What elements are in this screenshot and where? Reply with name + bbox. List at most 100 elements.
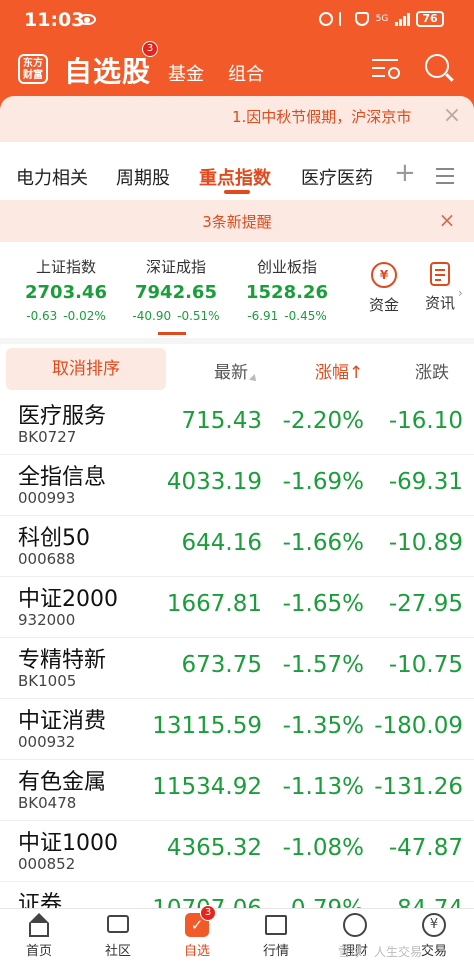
- nav-fund[interactable]: 基金: [168, 60, 204, 86]
- row-chg: -69.31: [388, 469, 463, 495]
- row-chg: -180.09: [374, 713, 463, 739]
- row-code: 932000: [18, 611, 76, 629]
- row-name: 医疗服务: [18, 404, 107, 429]
- settings-icon[interactable]: [368, 51, 402, 85]
- row-code: 000688: [18, 550, 76, 568]
- row-price: 673.75: [181, 652, 262, 678]
- row-pct: -1.69%: [282, 469, 364, 495]
- index-name: 创业板指: [256, 258, 317, 276]
- mute-icon: [355, 12, 369, 26]
- funds-button[interactable]: ¥ 资金: [364, 262, 404, 315]
- row-chg: -47.87: [388, 835, 463, 861]
- nav-community[interactable]: 社区: [88, 913, 148, 959]
- nav-home[interactable]: 首页: [9, 913, 69, 959]
- watchlist-icon: ✓ 3: [184, 905, 216, 937]
- row-pct: -2.20%: [282, 408, 364, 434]
- reminder-bar[interactable]: 3条新提醒 ×: [0, 200, 474, 242]
- nav-portfolio[interactable]: 组合: [228, 60, 264, 86]
- row-price: 644.16: [181, 530, 262, 556]
- tab-medical[interactable]: 医疗医药: [301, 164, 373, 190]
- table-row[interactable]: 中证消费 000932 13115.59 -1.35% -180.09: [0, 699, 474, 760]
- close-icon[interactable]: ×: [436, 209, 458, 231]
- status-icons: 5G 76: [319, 11, 444, 27]
- row-price: 4365.32: [166, 835, 262, 861]
- column-change-pct[interactable]: 涨幅↑: [315, 358, 363, 383]
- eye-icon: [78, 14, 96, 25]
- market-icon: [263, 913, 289, 937]
- battery-icon: 76: [416, 11, 444, 27]
- row-code: BK0727: [18, 428, 77, 446]
- tab-power[interactable]: 电力相关: [16, 164, 88, 190]
- index-change: -40.90 -0.51%: [132, 309, 220, 323]
- table-row[interactable]: 科创50 000688 644.16 -1.66% -10.89: [0, 516, 474, 577]
- bluetooth-icon: [339, 12, 349, 26]
- alarm-icon: [319, 12, 333, 26]
- tab-active-indicator: [224, 190, 250, 194]
- row-chg: -10.89: [388, 530, 463, 556]
- row-name: 中证1000: [18, 831, 118, 856]
- row-pct: -1.57%: [282, 652, 364, 678]
- notice-fade: [420, 102, 438, 132]
- close-icon[interactable]: ×: [440, 104, 464, 128]
- index-change: -0.63 -0.02%: [26, 309, 106, 323]
- index-scroll-indicator: [158, 332, 186, 335]
- index-card[interactable]: 深证成指 7942.65 -40.90 -0.51%: [120, 256, 232, 323]
- index-card[interactable]: 创业板指 1528.26 -6.91 -0.45%: [232, 256, 342, 323]
- row-pct: -1.66%: [282, 530, 364, 556]
- watchlist: 医疗服务 BK0727 715.43 -2.20% -16.10 全指信息 00…: [0, 394, 474, 908]
- tab-key-indices[interactable]: 重点指数: [199, 164, 271, 190]
- row-chg: -131.26: [374, 774, 463, 800]
- nav-watchlist[interactable]: ✓ 3 自选: [167, 905, 227, 959]
- notice-text[interactable]: 1.因中秋节假期，沪深京市: [232, 106, 438, 127]
- tab-cyclical[interactable]: 周期股: [116, 164, 170, 190]
- chevron-right-icon[interactable]: ›: [458, 286, 463, 300]
- search-icon[interactable]: [422, 51, 456, 85]
- table-row[interactable]: 证券 10707.06 -0.79% -84.74: [0, 882, 474, 908]
- cancel-sort-button[interactable]: 取消排序: [6, 348, 166, 390]
- row-code: BK0478: [18, 794, 77, 812]
- news-button[interactable]: 资讯: [420, 262, 460, 313]
- index-card[interactable]: 上证指数 2703.46 -0.63 -0.02%: [12, 256, 120, 323]
- nav-label: 社区: [104, 944, 131, 959]
- table-row[interactable]: 中证1000 000852 4365.32 -1.08% -47.87: [0, 821, 474, 882]
- yen-circle-icon: ¥: [371, 262, 397, 288]
- notice-bar[interactable]: 1.因中秋节假期，沪深京市 ×: [0, 96, 474, 142]
- row-name: 证券: [18, 892, 63, 908]
- table-row[interactable]: 专精特新 BK1005 673.75 -1.57% -10.75: [0, 638, 474, 699]
- nav-badge: 3: [200, 905, 216, 921]
- nav-market[interactable]: 行情: [246, 913, 306, 959]
- table-row[interactable]: 中证2000 932000 1667.81 -1.65% -27.95: [0, 577, 474, 638]
- table-row[interactable]: 医疗服务 BK0727 715.43 -2.20% -16.10: [0, 394, 474, 455]
- column-change[interactable]: 涨跌: [415, 358, 449, 383]
- news-label: 资讯: [424, 294, 455, 312]
- table-row[interactable]: 有色金属 BK0478 11534.92 -1.13% -131.26: [0, 760, 474, 821]
- row-chg: -10.75: [388, 652, 463, 678]
- reminder-text[interactable]: 3条新提醒: [0, 211, 474, 232]
- row-code: 000932: [18, 733, 76, 751]
- index-name: 深证成指: [145, 258, 206, 276]
- bottom-nav: 首页 社区 ✓ 3 自选 行情 理财 ¥ 交易 雪球：人生交易: [0, 905, 474, 967]
- app-header: 11:03 5G 76 东方财富 自选股 3 基金 组合: [0, 0, 474, 100]
- column-latest[interactable]: 最新: [214, 358, 259, 384]
- page-title[interactable]: 自选股: [64, 50, 151, 90]
- menu-icon[interactable]: [436, 168, 454, 184]
- add-icon[interactable]: +: [394, 158, 416, 188]
- index-value: 7942.65: [135, 282, 217, 303]
- news-icon: [430, 262, 450, 286]
- row-name: 科创50: [18, 526, 90, 551]
- signal-icon: [395, 12, 410, 26]
- community-icon: [105, 913, 131, 937]
- nav-label: 自选: [183, 944, 210, 959]
- watermark: 雪球：人生交易: [338, 945, 423, 959]
- index-value: 2703.46: [25, 282, 107, 303]
- row-chg: -84.74: [389, 896, 463, 908]
- row-name: 中证2000: [18, 587, 118, 612]
- row-code: 000852: [18, 855, 76, 873]
- table-row[interactable]: 全指信息 000993 4033.19 -1.69% -69.31: [0, 455, 474, 516]
- app-logo: 东方财富: [18, 54, 48, 84]
- row-chg: -27.95: [388, 591, 463, 617]
- table-header: 取消排序 最新 涨幅↑ 涨跌: [0, 344, 474, 394]
- row-name: 专精特新: [18, 648, 107, 673]
- row-code: BK1005: [18, 672, 77, 690]
- index-strip: 上证指数 2703.46 -0.63 -0.02% 深证成指 7942.65 -4…: [0, 248, 474, 335]
